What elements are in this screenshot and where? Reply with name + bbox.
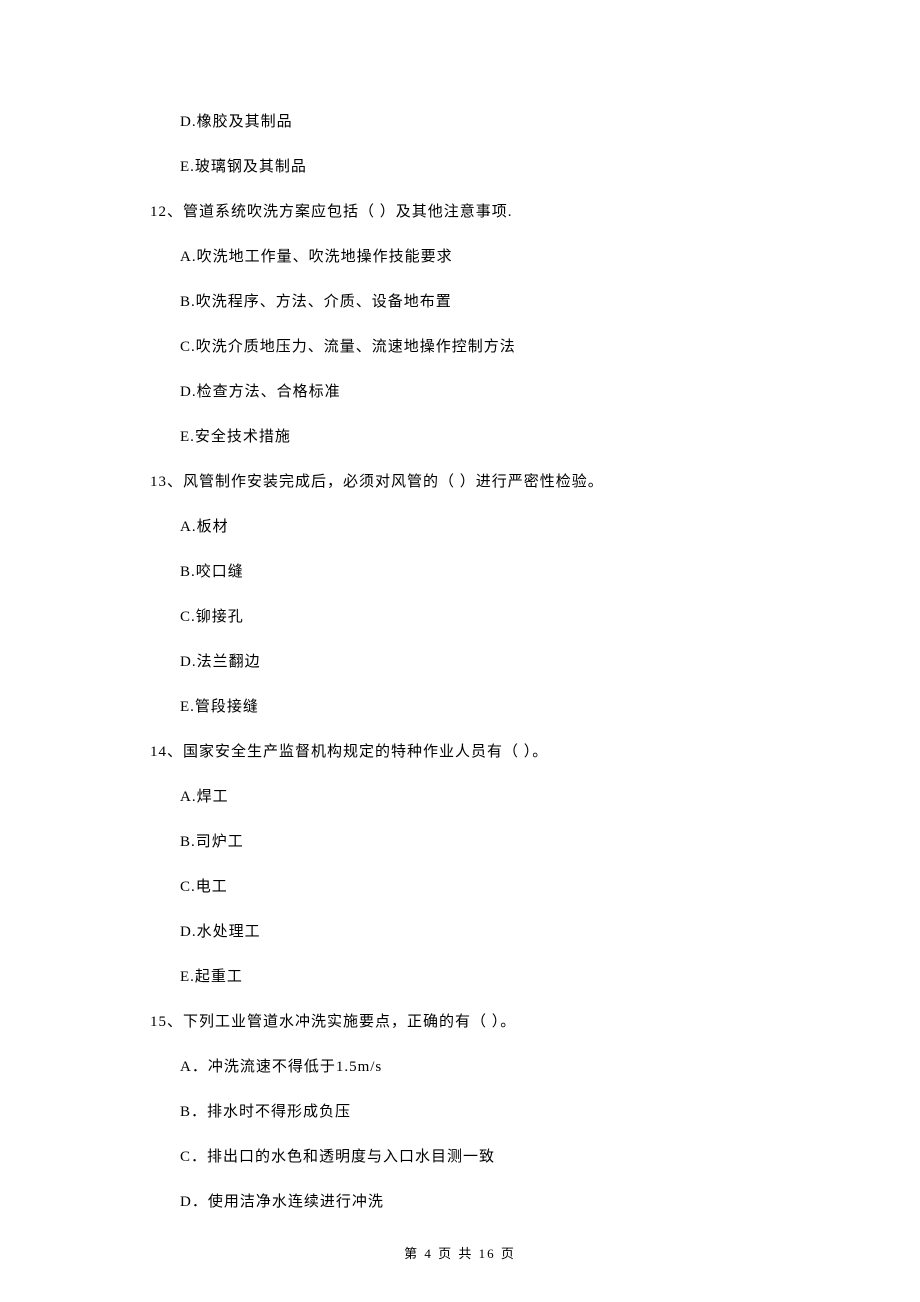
- q12-option-c: C.吹洗介质地压力、流量、流速地操作控制方法: [180, 335, 860, 356]
- q14-option-a: A.焊工: [180, 785, 860, 806]
- page-footer: 第 4 页 共 16 页: [0, 1243, 920, 1262]
- q14-option-c: C.电工: [180, 875, 860, 896]
- q15-option-c: C．排出口的水色和透明度与入口水目测一致: [180, 1145, 860, 1166]
- q12-option-d: D.检查方法、合格标准: [180, 380, 860, 401]
- q12-option-a: A.吹洗地工作量、吹洗地操作技能要求: [180, 245, 860, 266]
- q13-option-e: E.管段接缝: [180, 695, 860, 716]
- q14-option-d: D.水处理工: [180, 920, 860, 941]
- question-15: 15、下列工业管道水冲洗实施要点，正确的有（ ）。: [150, 1010, 860, 1031]
- option-e-prev: E.玻璃钢及其制品: [180, 155, 860, 176]
- document-page: D.橡胶及其制品 E.玻璃钢及其制品 12、管道系统吹洗方案应包括（ ）及其他注…: [0, 0, 920, 1295]
- question-12: 12、管道系统吹洗方案应包括（ ）及其他注意事项.: [150, 200, 860, 221]
- q14-option-b: B.司炉工: [180, 830, 860, 851]
- q13-option-b: B.咬口缝: [180, 560, 860, 581]
- option-d-prev: D.橡胶及其制品: [180, 110, 860, 131]
- q13-option-c: C.铆接孔: [180, 605, 860, 626]
- q13-option-d: D.法兰翻边: [180, 650, 860, 671]
- q12-option-e: E.安全技术措施: [180, 425, 860, 446]
- q15-option-a: A．冲洗流速不得低于1.5m/s: [180, 1055, 860, 1076]
- q14-option-e: E.起重工: [180, 965, 860, 986]
- q15-option-b: B．排水时不得形成负压: [180, 1100, 860, 1121]
- q12-option-b: B.吹洗程序、方法、介质、设备地布置: [180, 290, 860, 311]
- q15-option-d: D．使用洁净水连续进行冲洗: [180, 1190, 860, 1211]
- question-13: 13、风管制作安装完成后，必须对风管的（ ）进行严密性检验。: [150, 470, 860, 491]
- question-14: 14、国家安全生产监督机构规定的特种作业人员有（ ）。: [150, 740, 860, 761]
- q13-option-a: A.板材: [180, 515, 860, 536]
